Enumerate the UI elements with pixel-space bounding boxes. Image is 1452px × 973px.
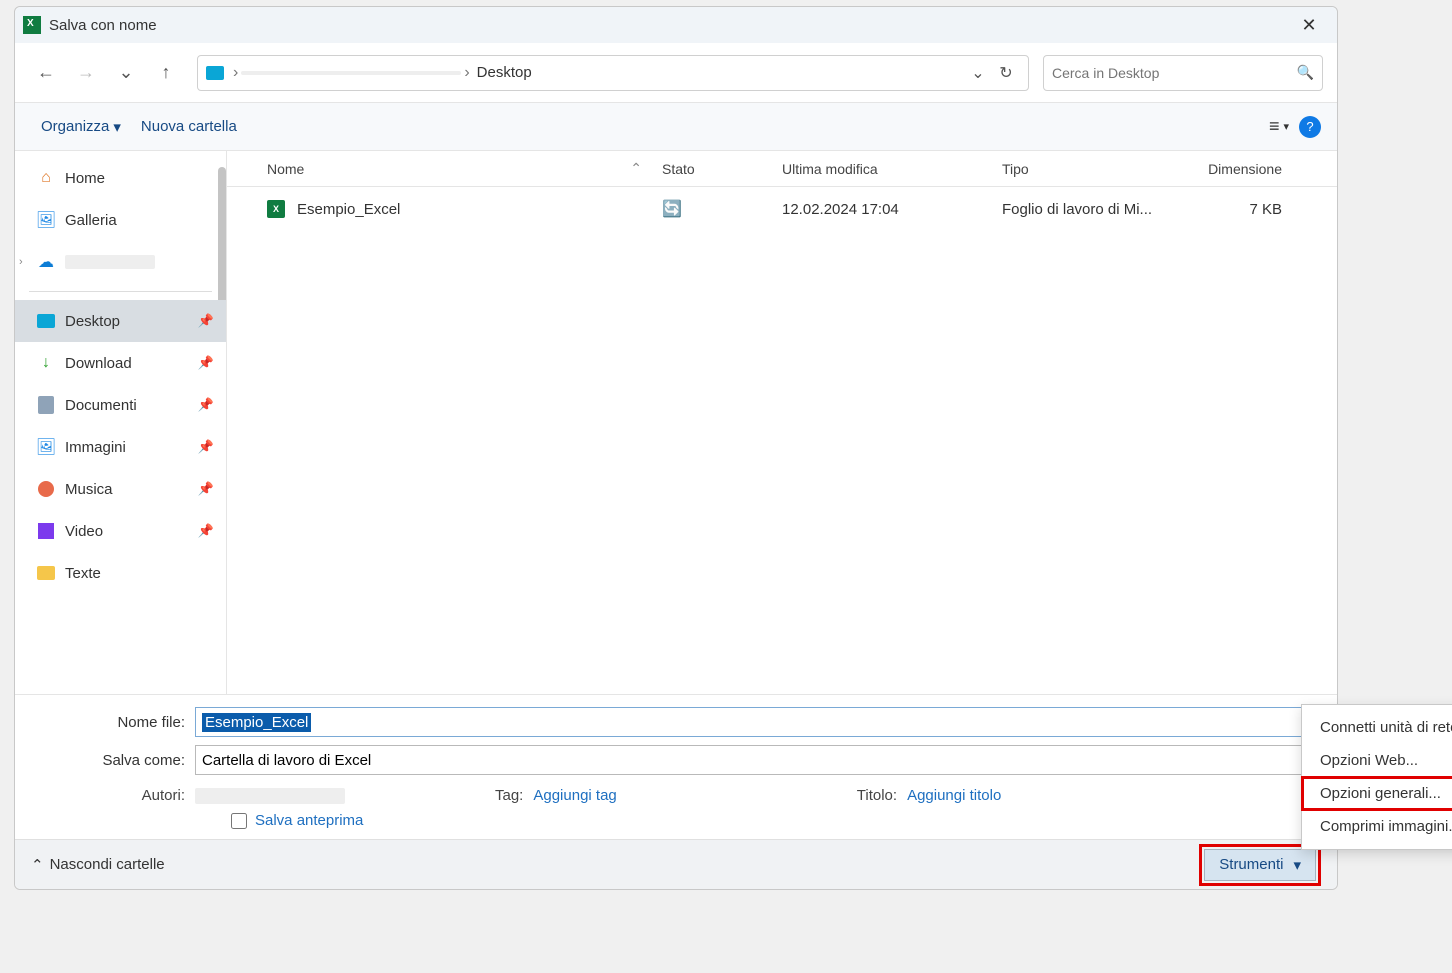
tools-menu: Connetti unità di rete... Opzioni Web...…	[1301, 704, 1452, 850]
sidebar-item-images[interactable]: 🖼Immagini📌	[15, 426, 226, 468]
pc-icon	[206, 66, 224, 80]
col-modified[interactable]: Ultima modifica	[772, 161, 992, 177]
col-state[interactable]: Stato	[652, 161, 772, 177]
tools-button[interactable]: Strumenti▾	[1204, 849, 1316, 881]
recent-dropdown[interactable]: ⌄	[109, 56, 143, 90]
col-size[interactable]: Dimensione	[1182, 161, 1292, 177]
dialog-body: ⌂Home 🖼Galleria ›☁ Desktop📌 ↓Download📌 D…	[15, 151, 1337, 694]
pin-icon: 📌	[198, 523, 214, 539]
pin-icon: 📌	[198, 439, 214, 455]
toolbar: Organizza ▾ Nuova cartella ≡ ▾ ?	[15, 103, 1337, 151]
navigation-bar: ← → ⌄ ↑ › › Desktop ⌄ ↻ 🔍	[15, 43, 1337, 103]
sidebar-item-desktop[interactable]: Desktop📌	[15, 300, 226, 342]
close-button[interactable]: ✕	[1289, 11, 1329, 39]
filename-value: Esempio_Excel	[202, 713, 311, 732]
filename-label: Nome file:	[31, 714, 195, 731]
hide-folders-button[interactable]: ⌃Nascondi cartelle	[31, 856, 165, 874]
organize-button[interactable]: Organizza ▾	[31, 112, 131, 142]
col-type[interactable]: Tipo	[992, 161, 1182, 177]
sidebar: ⌂Home 🖼Galleria ›☁ Desktop📌 ↓Download📌 D…	[15, 151, 227, 694]
authors-value[interactable]	[195, 788, 345, 804]
address-dropdown[interactable]: ⌄	[964, 59, 992, 87]
save-preview-checkbox[interactable]	[231, 813, 247, 829]
save-preview-label[interactable]: Salva anteprima	[255, 812, 363, 829]
pin-icon: 📌	[198, 313, 214, 329]
breadcrumb-hidden	[241, 71, 461, 75]
documents-icon	[37, 396, 55, 414]
menu-compress-images[interactable]: Comprimi immagini...	[1302, 810, 1452, 843]
col-name[interactable]: Nome⌃	[257, 160, 652, 177]
cloud-icon: ☁	[37, 253, 55, 271]
column-headers: Nome⌃ Stato Ultima modifica Tipo Dimensi…	[227, 151, 1337, 187]
menu-connect-network[interactable]: Connetti unità di rete...	[1302, 711, 1452, 744]
saveas-label: Salva come:	[31, 752, 195, 769]
search-icon: 🔍	[1297, 64, 1314, 81]
desktop-icon	[37, 312, 55, 330]
chevron-down-icon: ▾	[1293, 856, 1301, 874]
sync-icon: 🔄	[662, 201, 682, 218]
add-tag-link[interactable]: Aggiungi tag	[533, 787, 616, 804]
tag-label: Tag:	[495, 787, 523, 804]
sidebar-divider	[29, 291, 212, 292]
file-pane: Nome⌃ Stato Ultima modifica Tipo Dimensi…	[227, 151, 1337, 694]
file-type: Foglio di lavoro di Mi...	[992, 201, 1182, 218]
pin-icon: 📌	[198, 481, 214, 497]
video-icon	[37, 522, 55, 540]
images-icon: 🖼	[37, 438, 55, 456]
highlight-tools: Strumenti▾	[1199, 844, 1321, 886]
sort-icon: ⌃	[630, 160, 642, 177]
download-icon: ↓	[37, 354, 55, 372]
window-title: Salva con nome	[49, 17, 157, 34]
up-button[interactable]: ↑	[149, 56, 183, 90]
menu-web-options[interactable]: Opzioni Web...	[1302, 744, 1452, 777]
sidebar-item-texte[interactable]: Texte	[15, 552, 226, 594]
search-input[interactable]	[1052, 65, 1297, 81]
sidebar-item-home[interactable]: ⌂Home	[15, 157, 226, 199]
bottom-panel: Nome file: Esempio_Excel ⌄ Salva come: C…	[15, 694, 1337, 839]
sidebar-item-video[interactable]: Video📌	[15, 510, 226, 552]
titlebar: Salva con nome ✕	[15, 7, 1337, 43]
folder-icon	[37, 564, 55, 582]
footer: ⌃Nascondi cartelle Strumenti▾ Connetti u…	[15, 839, 1337, 889]
back-button[interactable]: ←	[29, 56, 63, 90]
save-as-dialog: Salva con nome ✕ ← → ⌄ ↑ › › Desktop ⌄ ↻…	[14, 6, 1338, 890]
music-icon	[37, 480, 55, 498]
excel-icon	[23, 16, 41, 34]
menu-general-options[interactable]: Opzioni generali...	[1302, 777, 1452, 810]
forward-button[interactable]: →	[69, 56, 103, 90]
filename-field[interactable]: Esempio_Excel ⌄	[195, 707, 1321, 737]
expand-icon[interactable]: ›	[19, 256, 23, 268]
sidebar-item-download[interactable]: ↓Download📌	[15, 342, 226, 384]
chevron-up-icon: ⌃	[31, 856, 44, 874]
breadcrumb-current[interactable]: Desktop	[473, 64, 536, 81]
file-size: 7 KB	[1182, 201, 1292, 218]
breadcrumb-sep: ›	[230, 64, 241, 82]
chevron-down-icon: ▾	[1283, 120, 1289, 133]
new-folder-button[interactable]: Nuova cartella	[131, 112, 247, 141]
gallery-icon: 🖼	[37, 211, 55, 229]
help-button[interactable]: ?	[1299, 116, 1321, 138]
title-label: Titolo:	[857, 787, 897, 804]
search-box[interactable]: 🔍	[1043, 55, 1323, 91]
authors-label: Autori:	[31, 787, 195, 804]
pin-icon: 📌	[198, 355, 214, 371]
chevron-down-icon: ▾	[113, 118, 121, 136]
sidebar-item-gallery[interactable]: 🖼Galleria	[15, 199, 226, 241]
add-title-link[interactable]: Aggiungi titolo	[907, 787, 1001, 804]
refresh-button[interactable]: ↻	[992, 59, 1020, 87]
breadcrumb-sep: ›	[461, 64, 472, 82]
pin-icon: 📌	[198, 397, 214, 413]
sidebar-item-cloud[interactable]: ›☁	[15, 241, 226, 283]
home-icon: ⌂	[37, 169, 55, 187]
saveas-field[interactable]: Cartella di lavoro di Excel ⌄	[195, 745, 1321, 775]
view-options-button[interactable]: ≡ ▾	[1269, 116, 1289, 137]
address-bar[interactable]: › › Desktop ⌄ ↻	[197, 55, 1029, 91]
excel-file-icon: X	[267, 200, 285, 218]
saveas-value: Cartella di lavoro di Excel	[202, 752, 371, 769]
file-row[interactable]: X Esempio_Excel 🔄 12.02.2024 17:04 Foglio…	[227, 187, 1337, 231]
sidebar-item-music[interactable]: Musica📌	[15, 468, 226, 510]
file-name: Esempio_Excel	[297, 201, 400, 218]
sidebar-item-documents[interactable]: Documenti📌	[15, 384, 226, 426]
file-modified: 12.02.2024 17:04	[772, 201, 992, 218]
